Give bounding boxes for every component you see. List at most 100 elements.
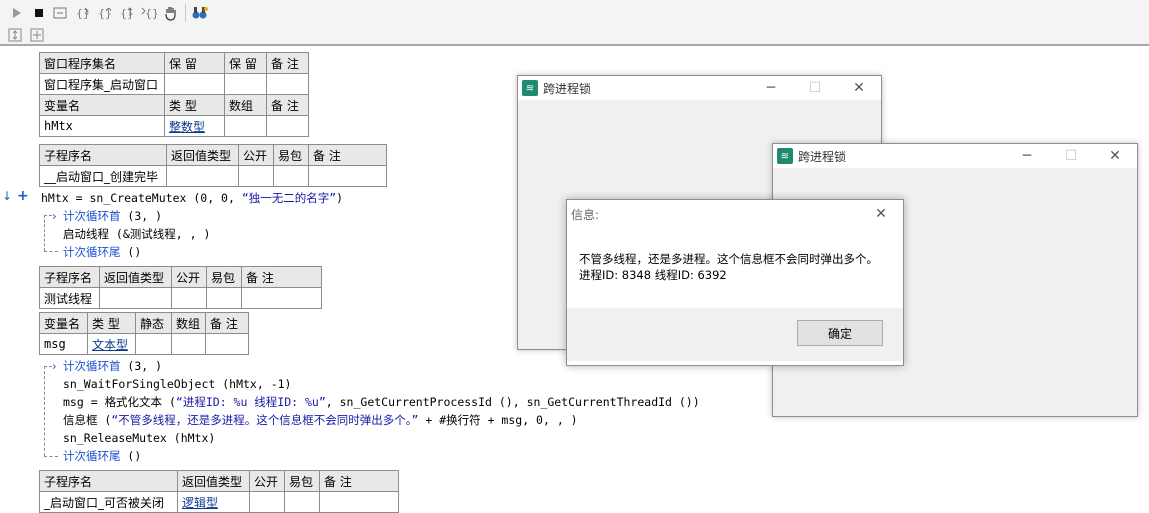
subroutine-table: 子程序名 返回值类型 公开 易包 备 注 _启动窗口_可否被关闭 逻辑型 xyxy=(39,470,399,513)
table-header: 子程序名 xyxy=(39,470,178,492)
type-link[interactable]: 文本型 xyxy=(87,333,136,355)
table-cell[interactable]: 测试线程 xyxy=(39,287,100,309)
run-to-cursor-icon[interactable] xyxy=(50,3,71,24)
message-text: 不管多线程，还是多进程。这个信息框不会同时弹出多个。 xyxy=(579,252,878,266)
expand-all-icon[interactable] xyxy=(26,25,47,46)
table-header: 子程序名 xyxy=(39,266,100,288)
table-cell[interactable] xyxy=(308,165,387,187)
variables-table: 变量名 类 型 数组 备 注 hMtx 整数型 xyxy=(39,94,309,137)
code-line[interactable]: 计次循环首 (3, ) xyxy=(63,207,162,225)
window-title: 跨进程锁 xyxy=(798,149,847,164)
hand-icon[interactable] xyxy=(160,3,181,24)
code-line[interactable]: sn_ReleaseMutex (hMtx) xyxy=(63,429,215,447)
code-string: “不管多线程，还是多进程。这个信息框不会同时弹出多个。” xyxy=(111,413,419,427)
window-titlebar[interactable]: ≋ 跨进程锁 ─ ☐ ✕ xyxy=(518,76,881,100)
close-icon[interactable]: ✕ xyxy=(859,200,903,228)
table-cell[interactable] xyxy=(166,165,239,187)
table-cell[interactable] xyxy=(273,165,309,187)
close-icon[interactable]: ✕ xyxy=(837,76,881,100)
minimize-icon[interactable]: ─ xyxy=(749,76,793,100)
step-over-icon[interactable]: {} xyxy=(94,3,115,24)
message-text: 进程ID: 8348 线程ID: 6392 xyxy=(579,268,727,282)
step-into-icon[interactable]: {} xyxy=(72,3,93,24)
table-cell[interactable] xyxy=(241,287,322,309)
code-line[interactable]: msg = 格式化文本 (“进程ID: %u 线程ID: %u”, sn_Get… xyxy=(63,393,700,411)
table-cell[interactable] xyxy=(266,73,309,95)
table-header: 返回值类型 xyxy=(177,470,250,492)
code-token: ( xyxy=(97,413,112,427)
play-icon[interactable] xyxy=(6,3,27,24)
local-variables-table: 变量名 类 型 静态 数组 备 注 msg 文本型 xyxy=(39,312,249,355)
table-header: 备 注 xyxy=(266,52,309,74)
table-cell[interactable] xyxy=(205,333,249,355)
table-cell[interactable] xyxy=(171,287,207,309)
table-cell[interactable] xyxy=(99,287,172,309)
step-back-icon[interactable]: {} xyxy=(138,3,159,24)
subroutine-table: 子程序名 返回值类型 公开 易包 备 注 __启动窗口_创建完毕 xyxy=(39,144,387,187)
maximize-icon: ☐ xyxy=(808,80,822,96)
debug-toolbar: {} {} {} {} xyxy=(0,0,1149,26)
code-string: “独一无二的名字” xyxy=(241,191,337,205)
table-cell[interactable]: __启动窗口_创建完毕 xyxy=(39,165,167,187)
table-header: 公开 xyxy=(171,266,207,288)
table-cell[interactable] xyxy=(224,115,267,137)
loop-connector xyxy=(44,215,52,216)
message-dialog[interactable]: 信息: ✕ 不管多线程，还是多进程。这个信息框不会同时弹出多个。 进程ID: 8… xyxy=(566,199,904,366)
code-line[interactable]: 计次循环尾 () xyxy=(63,447,141,465)
code-keyword: 计次循环首 xyxy=(63,359,121,373)
ok-button[interactable]: 确定 xyxy=(797,320,883,346)
close-icon[interactable]: ✕ xyxy=(1093,144,1137,168)
loop-guide xyxy=(44,366,45,456)
table-cell[interactable] xyxy=(224,73,267,95)
code-token: (0, 0, xyxy=(186,191,242,205)
table-cell[interactable]: msg xyxy=(39,333,88,355)
code-token: + #换行符 + msg, 0, , ) xyxy=(418,413,578,427)
table-cell[interactable]: _启动窗口_可否被关闭 xyxy=(39,491,178,513)
table-cell[interactable] xyxy=(249,491,285,513)
code-string: “进程ID: %u 线程ID: %u” xyxy=(175,395,326,409)
type-link[interactable]: 逻辑型 xyxy=(177,491,250,513)
code-token: sn_CreateMutex xyxy=(89,191,187,205)
stop-icon[interactable] xyxy=(28,3,49,24)
table-cell[interactable] xyxy=(238,165,274,187)
table-cell[interactable]: hMtx xyxy=(39,115,165,137)
type-link[interactable]: 整数型 xyxy=(164,115,225,137)
code-token: , sn_GetCurrentProcessId (), sn_GetCurre… xyxy=(325,395,700,409)
table-header: 数组 xyxy=(224,94,267,116)
minimize-icon[interactable]: ─ xyxy=(1005,144,1049,168)
table-header: 公开 xyxy=(238,144,274,166)
debug-binoculars-icon[interactable] xyxy=(189,3,210,24)
code-line[interactable]: 计次循环首 (3, ) xyxy=(63,357,162,375)
add-line-icon[interactable]: + xyxy=(17,188,29,204)
layout-toolbar xyxy=(0,26,1149,46)
code-line[interactable]: hMtx = sn_CreateMutex (0, 0, “独一无二的名字”) xyxy=(41,189,343,207)
code-line[interactable]: 计次循环尾 () xyxy=(63,243,141,261)
table-cell[interactable] xyxy=(319,491,399,513)
table-cell[interactable] xyxy=(164,73,225,95)
table-header: 返回值类型 xyxy=(166,144,239,166)
table-header: 易包 xyxy=(206,266,242,288)
table-cell[interactable] xyxy=(135,333,172,355)
table-header: 备 注 xyxy=(205,312,249,334)
table-header: 备 注 xyxy=(241,266,322,288)
table-cell[interactable] xyxy=(171,333,206,355)
code-line[interactable]: 信息框 (“不管多线程，还是多进程。这个信息框不会同时弹出多个。” + #换行符… xyxy=(63,411,578,429)
code-token: 信息框 xyxy=(63,413,98,427)
table-header: 类 型 xyxy=(164,94,225,116)
window-titlebar[interactable]: ≋ 跨进程锁 ─ ☐ ✕ xyxy=(773,144,1137,168)
dialog-titlebar[interactable]: 信息: ✕ xyxy=(567,200,903,228)
loop-connector xyxy=(44,456,58,457)
code-line[interactable]: sn_WaitForSingleObject (hMtx, -1) xyxy=(63,375,291,393)
expand-vertical-icon[interactable] xyxy=(4,25,25,46)
table-header: 窗口程序集名 xyxy=(39,52,165,74)
table-cell[interactable] xyxy=(284,491,320,513)
code-token: () xyxy=(120,245,142,259)
table-header: 变量名 xyxy=(39,94,165,116)
step-out-icon[interactable]: {} xyxy=(116,3,137,24)
app-icon: ≋ xyxy=(522,80,538,96)
table-cell[interactable]: 窗口程序集_启动窗口 xyxy=(39,73,165,95)
table-cell[interactable] xyxy=(266,115,309,137)
assembly-table: 窗口程序集名 保 留 保 留 备 注 窗口程序集_启动窗口 xyxy=(39,52,309,95)
table-cell[interactable] xyxy=(206,287,242,309)
code-line[interactable]: 启动线程 (&测试线程, , ) xyxy=(63,225,210,243)
